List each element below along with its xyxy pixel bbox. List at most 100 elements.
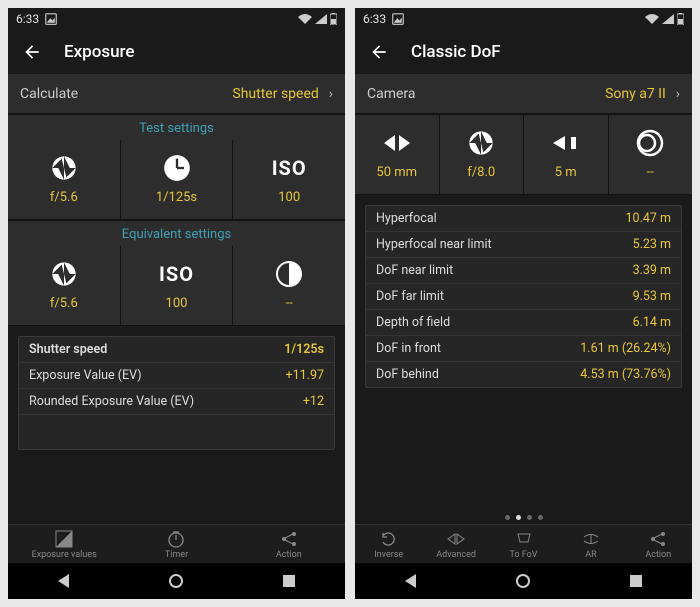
tile-nd-value: -- — [286, 296, 293, 311]
tile-aperture-value: f/5.6 — [50, 190, 78, 205]
android-navbar — [8, 563, 345, 599]
tile-aperture-eq-value: f/5.6 — [50, 296, 78, 311]
result-label: Hyperfocal — [376, 211, 437, 226]
tile-iso[interactable]: ISO 100 — [233, 140, 345, 220]
ar-icon — [582, 530, 600, 548]
tile-coc-value: -- — [647, 165, 654, 180]
wifi-icon — [645, 14, 659, 24]
tab-timer[interactable]: Timer — [120, 530, 232, 560]
tile-iso-value: 100 — [278, 190, 300, 205]
tab-advanced[interactable]: Advanced — [422, 530, 489, 560]
page-title: Classic DoF — [411, 42, 501, 62]
page-title: Exposure — [64, 42, 135, 62]
battery-icon — [330, 13, 337, 25]
tiles-dof: 50 mm f/8.0 5 m -- — [355, 114, 692, 195]
nav-recent-icon[interactable] — [630, 575, 642, 587]
tiles-equiv: f/5.6 ISO 100 -- — [8, 246, 345, 326]
tab-tofov[interactable]: To FoV — [490, 530, 557, 560]
tile-iso-eq-value: 100 — [166, 296, 188, 311]
result-label: Depth of field — [376, 315, 450, 330]
signal-icon — [662, 14, 674, 24]
tile-focal-value: 50 mm — [376, 165, 417, 180]
tab-ar[interactable]: AR — [557, 530, 624, 560]
camera-row[interactable]: Camera Sony a7 II › — [355, 74, 692, 114]
camera-label: Camera — [367, 86, 416, 102]
nav-home-icon[interactable] — [516, 574, 530, 588]
tile-coc[interactable]: -- — [609, 115, 693, 195]
wifi-icon — [298, 14, 312, 24]
image-icon — [45, 13, 57, 25]
nav-back-icon[interactable] — [405, 574, 416, 588]
result-label: DoF in front — [376, 341, 441, 356]
clock-icon — [163, 154, 191, 182]
tile-distance-value: 5 m — [555, 165, 577, 180]
aperture-icon — [467, 129, 495, 157]
result-value: 10.47 m — [626, 211, 671, 226]
tile-iso-eq[interactable]: ISO 100 — [121, 246, 234, 326]
signal-icon — [315, 14, 327, 24]
back-icon[interactable] — [369, 42, 389, 62]
distance-icon — [551, 129, 581, 157]
camera-value: Sony a7 II — [605, 86, 666, 102]
tile-aperture[interactable]: f/5.6 — [8, 140, 121, 220]
status-time: 6:33 — [16, 12, 39, 26]
chevron-right-icon: › — [329, 86, 333, 102]
tiles-test: f/5.6 1/125s ISO 100 — [8, 140, 345, 220]
focal-length-icon — [382, 129, 412, 157]
result-label: DoF behind — [376, 367, 439, 382]
result-value: 6.14 m — [633, 315, 671, 330]
section-test-settings: Test settings — [8, 114, 345, 140]
tile-focal[interactable]: 50 mm — [355, 115, 440, 195]
nav-recent-icon[interactable] — [283, 575, 295, 587]
tile-distance[interactable]: 5 m — [524, 115, 609, 195]
phone-dof: 6:33 Classic DoF Camera Sony a7 II › 50 … — [355, 8, 692, 599]
tile-aperture-eq[interactable]: f/5.6 — [8, 246, 121, 326]
back-icon[interactable] — [22, 42, 42, 62]
page-indicator — [355, 511, 692, 524]
coc-icon — [636, 129, 664, 157]
tab-inverse[interactable]: Inverse — [355, 530, 422, 560]
tab-exposure-values[interactable]: Exposure values — [8, 530, 120, 560]
app-bar: Exposure — [8, 30, 345, 74]
android-navbar — [355, 563, 692, 599]
tile-nd[interactable]: -- — [233, 246, 345, 326]
share-icon — [649, 530, 667, 548]
tile-shutter-value: 1/125s — [156, 190, 197, 205]
phone-exposure: 6:33 Exposure Calculate Shutter speed › … — [8, 8, 345, 599]
result-value: 9.53 m — [633, 289, 671, 304]
results-card: Hyperfocal10.47 m Hyperfocal near limit5… — [365, 205, 682, 388]
nav-back-icon[interactable] — [58, 574, 69, 588]
result-label: Rounded Exposure Value (EV) — [29, 394, 194, 409]
dot — [538, 515, 543, 520]
tile-aperture[interactable]: f/8.0 — [440, 115, 525, 195]
result-label: DoF near limit — [376, 263, 453, 278]
tab-action[interactable]: Action — [625, 530, 692, 560]
nd-filter-icon — [275, 260, 303, 288]
result-value: +11.97 — [286, 368, 325, 383]
fov-icon — [515, 530, 533, 548]
aperture-icon — [50, 260, 78, 288]
calculate-row[interactable]: Calculate Shutter speed › — [8, 74, 345, 114]
result-value: 1.61 m (26.24%) — [580, 341, 671, 356]
bottom-tabs: Inverse Advanced To FoV AR Action — [355, 524, 692, 563]
result-head-value: 1/125s — [284, 342, 324, 357]
iso-icon: ISO — [159, 262, 194, 286]
timer-icon — [167, 530, 185, 548]
tab-action[interactable]: Action — [233, 530, 345, 560]
iso-icon: ISO — [272, 156, 307, 180]
calculate-label: Calculate — [20, 86, 78, 102]
advanced-icon — [446, 530, 466, 548]
share-icon — [280, 530, 298, 548]
tile-shutter[interactable]: 1/125s — [121, 140, 234, 220]
result-value: 3.39 m — [633, 263, 671, 278]
dot — [505, 515, 510, 520]
inverse-icon — [380, 530, 398, 548]
result-label: DoF far limit — [376, 289, 444, 304]
nav-home-icon[interactable] — [169, 574, 183, 588]
battery-icon — [677, 13, 684, 25]
chevron-right-icon: › — [676, 86, 680, 102]
dot — [527, 515, 532, 520]
bottom-tabs: Exposure values Timer Action — [8, 524, 345, 563]
app-bar: Classic DoF — [355, 30, 692, 74]
result-label: Hyperfocal near limit — [376, 237, 492, 252]
